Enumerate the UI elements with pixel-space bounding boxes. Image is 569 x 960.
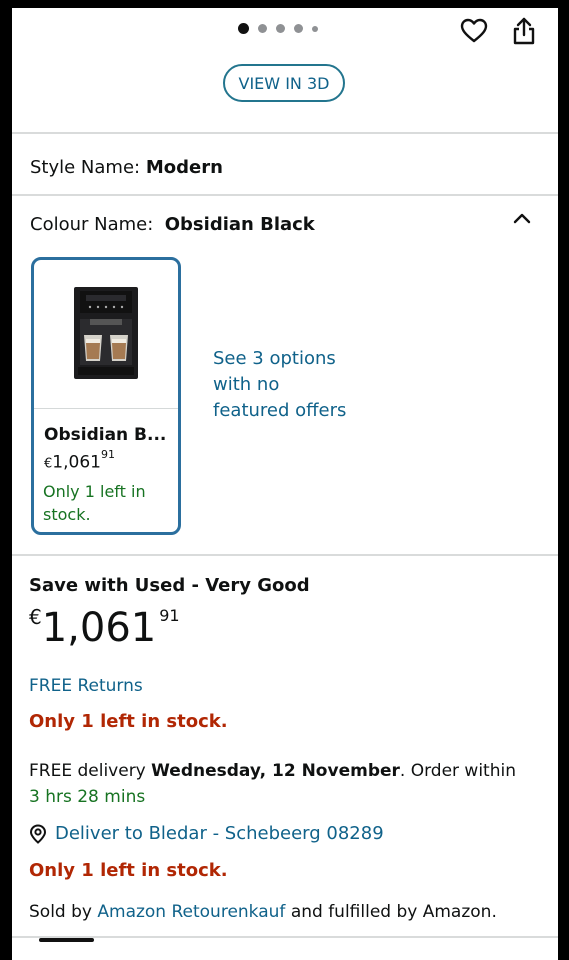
coffee-machine-image [74, 287, 138, 379]
delivery-prefix: FREE delivery [29, 761, 146, 781]
bottom-nav-active-indicator [39, 938, 94, 942]
offer-heading: Save with Used - Very Good [29, 575, 310, 596]
delivery-info: FREE delivery Wednesday, 12 November. Or… [29, 758, 549, 810]
swatch-divider [34, 408, 178, 409]
divider [12, 194, 558, 196]
see-options-link[interactable]: See 3 options with no featured offers [213, 346, 353, 424]
stock-status: Only 1 left in stock. [29, 711, 228, 732]
stock-status: Only 1 left in stock. [29, 860, 228, 881]
swatch-price: €1,06191 [44, 448, 115, 473]
free-returns-link[interactable]: FREE Returns [29, 676, 143, 696]
deliver-to-label: Deliver to Bledar - Schebeerg 08289 [55, 823, 384, 844]
carousel-dot-4[interactable] [294, 24, 303, 33]
colour-name-value: Obsidian Black [164, 214, 315, 235]
colour-swatch-obsidian-black[interactable]: Obsidian B... €1,06191 Only 1 left in st… [31, 257, 181, 535]
offer-price-currency: € [29, 605, 42, 629]
delivery-countdown: 3 hrs 28 mins [29, 787, 146, 807]
offer-price-fraction: 91 [159, 606, 180, 625]
style-name-row: Style Name: Modern [30, 157, 223, 178]
image-carousel-dots[interactable] [238, 23, 318, 34]
divider [12, 554, 558, 556]
seller-link[interactable]: Amazon Retourenkauf [97, 902, 285, 922]
colour-name-label: Colour Name: [30, 214, 154, 235]
delivery-date: Wednesday, 12 November [151, 761, 400, 781]
sold-by-info: Sold by Amazon Retourenkauf and fulfille… [29, 902, 497, 922]
sold-by-suffix: and fulfilled by Amazon. [290, 902, 497, 922]
carousel-dot-3[interactable] [276, 24, 285, 33]
heart-icon[interactable] [459, 16, 489, 46]
style-name-value: Modern [145, 157, 223, 178]
carousel-dot-5[interactable] [312, 25, 318, 32]
sold-by-prefix: Sold by [29, 902, 92, 922]
product-screen: VIEW IN 3D Style Name: Modern Colour Nam… [12, 8, 558, 960]
swatch-name: Obsidian B... [44, 425, 167, 445]
carousel-dot-2[interactable] [258, 24, 267, 33]
colour-name-row[interactable]: Colour Name: Obsidian Black [30, 214, 315, 235]
swatch-price-whole: 1,061 [52, 452, 101, 473]
swatch-stock-status: Only 1 left in stock. [43, 482, 146, 524]
swatch-price-fraction: 91 [100, 448, 115, 461]
offer-price: €1,061 91 [29, 605, 180, 651]
chevron-up-icon[interactable] [513, 212, 531, 224]
style-name-label: Style Name: [30, 157, 141, 178]
delivery-suffix: . Order within [399, 761, 516, 781]
view-in-3d-button[interactable]: VIEW IN 3D [223, 64, 345, 102]
location-pin-icon [29, 823, 47, 844]
carousel-dot-1[interactable] [238, 23, 249, 34]
deliver-to-link[interactable]: Deliver to Bledar - Schebeerg 08289 [29, 823, 384, 844]
offer-price-whole: 1,061 [41, 605, 157, 651]
share-icon[interactable] [509, 16, 539, 46]
divider [12, 132, 558, 134]
